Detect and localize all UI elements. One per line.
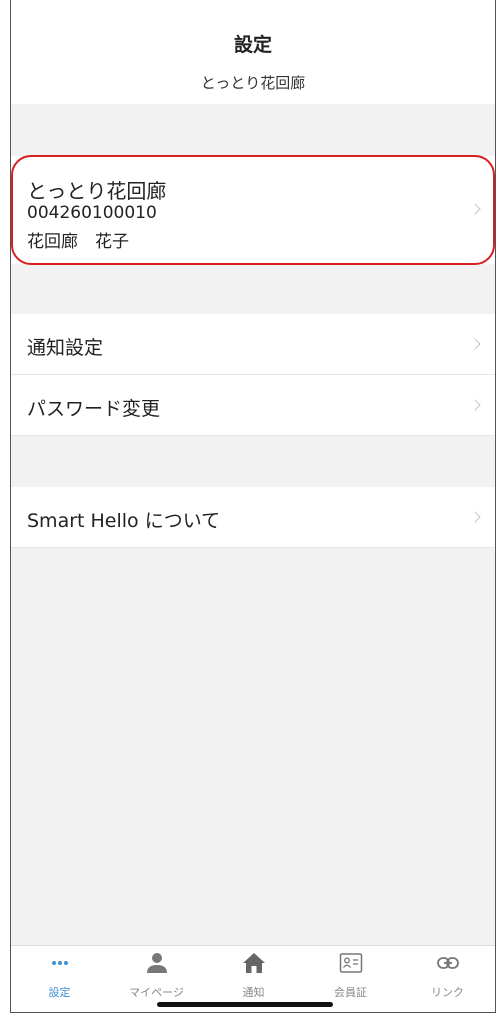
tab-member-card-label: 会員証 [334,986,367,999]
notification-settings-label: 通知設定 [27,337,104,359]
about-app-row[interactable]: Smart Hello について [11,487,495,548]
about-app-label: Smart Hello について [27,510,221,532]
link-icon [436,957,459,969]
tab-notifications-label: 通知 [242,986,265,999]
chevron-right-icon [469,399,481,411]
tab-mypage[interactable]: マイページ [108,946,205,1006]
profile-facility-name: とっとり花回廊 [27,179,167,203]
page-subtitle: とっとり花回廊 [200,74,306,92]
home-indicator [157,1002,333,1007]
tab-notifications[interactable]: 通知 [205,946,302,1006]
tab-link-label: リンク [431,986,464,999]
profile-card[interactable]: とっとり花回廊 004260100010 花回廊 花子 [11,156,495,264]
tab-settings-label: 設定 [48,986,71,999]
chevron-right-icon [469,203,481,215]
notification-settings-row[interactable]: 通知設定 [11,314,495,375]
password-change-row[interactable]: パスワード変更 [11,375,495,436]
header: 設定 とっとり花回廊 [11,0,495,104]
settings-group: 通知設定 パスワード変更 [11,314,495,436]
person-icon [146,953,167,973]
chevron-right-icon [469,338,481,350]
page-title: 設定 [233,34,272,56]
profile-member-number: 004260100010 [27,203,157,223]
app-screen: 設定 とっとり花回廊 とっとり花回廊 004260100010 花回廊 花子 通… [10,0,496,1013]
tab-link[interactable]: リンク [399,946,495,1006]
home-icon [242,953,265,973]
about-group: Smart Hello について [11,487,495,548]
tab-mypage-label: マイページ [129,986,184,999]
member-card-icon [339,953,362,973]
password-change-label: パスワード変更 [27,398,161,420]
tab-member-card[interactable]: 会員証 [302,946,399,1006]
tab-settings[interactable]: 設定 [11,946,108,1006]
chevron-right-icon [469,511,481,523]
more-dots-icon [51,961,68,965]
profile-person-name: 花回廊 花子 [27,232,129,252]
